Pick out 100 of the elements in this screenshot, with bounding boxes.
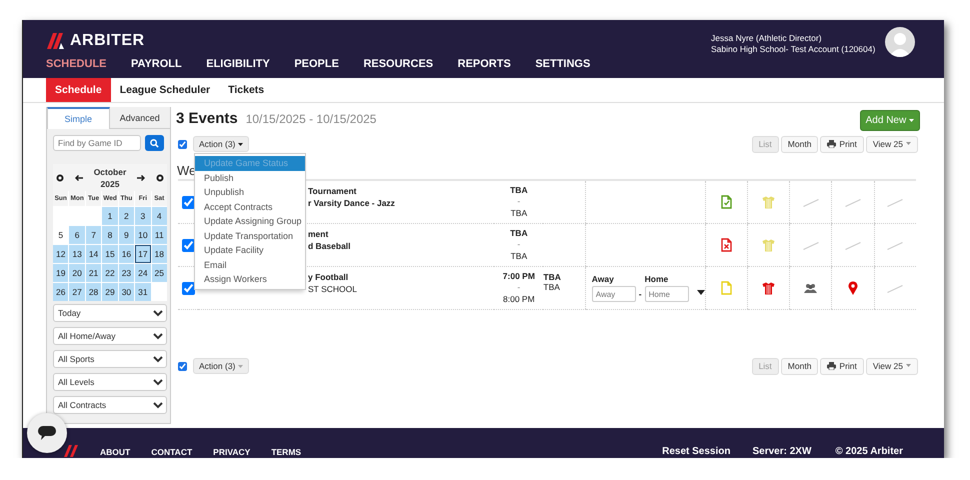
checkbox[interactable] bbox=[182, 238, 195, 252]
calendar-day[interactable]: 15 bbox=[102, 245, 118, 263]
add-new-button[interactable]: Add New bbox=[860, 110, 920, 130]
reset-session-link[interactable]: Reset Session bbox=[662, 446, 730, 457]
jersey-icon[interactable] bbox=[762, 282, 775, 294]
view-button[interactable]: Print bbox=[820, 358, 864, 374]
prev-month-icon[interactable] bbox=[74, 174, 83, 180]
search-button[interactable] bbox=[145, 135, 164, 151]
nav-tab[interactable]: PAYROLL bbox=[131, 58, 182, 70]
calendar-day[interactable]: 23 bbox=[118, 264, 134, 282]
calendar-day[interactable]: 28 bbox=[86, 283, 102, 301]
calendar-day[interactable]: 13 bbox=[69, 245, 85, 263]
view-button[interactable]: View 25 bbox=[866, 358, 918, 374]
view-button[interactable]: Month bbox=[780, 358, 818, 374]
view-button[interactable]: View 25 bbox=[866, 136, 918, 152]
checkbox[interactable] bbox=[178, 140, 187, 148]
nav-tab[interactable]: REPORTS bbox=[458, 58, 511, 70]
calendar-day[interactable]: 20 bbox=[69, 264, 85, 282]
footer-link[interactable]: TERMS bbox=[271, 447, 302, 457]
checkbox[interactable] bbox=[178, 362, 187, 370]
people-icon[interactable] bbox=[804, 283, 818, 294]
dropdown-caret-icon[interactable] bbox=[696, 290, 705, 295]
calendar-day[interactable]: 6 bbox=[69, 226, 85, 244]
menu-item[interactable]: Update Transportation bbox=[195, 228, 305, 243]
checkbox[interactable] bbox=[182, 282, 195, 294]
prev-year-icon[interactable] bbox=[56, 174, 64, 182]
home-score-field[interactable]: Home bbox=[644, 286, 689, 302]
caret-icon bbox=[238, 143, 243, 147]
logo-text: ARBITER bbox=[70, 32, 145, 50]
calendar-day[interactable]: 19 bbox=[53, 264, 68, 282]
calendar-day[interactable]: 22 bbox=[102, 264, 118, 282]
end-time: 8:00 PM bbox=[502, 294, 536, 306]
calendar-day[interactable]: 1 bbox=[102, 207, 118, 225]
away-score-field[interactable]: Away bbox=[592, 286, 636, 302]
chat-icon bbox=[37, 425, 57, 441]
menu-item[interactable]: Update Assigning Group bbox=[195, 214, 305, 228]
filter-dropdown[interactable]: All Home/Away bbox=[53, 327, 167, 345]
calendar-day[interactable]: 29 bbox=[102, 283, 118, 301]
nav-tab[interactable]: ELIGIBILITY bbox=[206, 58, 270, 70]
subnav-tab[interactable]: Schedule bbox=[46, 78, 111, 102]
view-button[interactable]: Month bbox=[780, 136, 818, 152]
calendar-day[interactable]: 16 bbox=[118, 245, 134, 263]
action-button[interactable]: Action (3) bbox=[193, 358, 249, 374]
calendar-day[interactable]: 21 bbox=[86, 264, 102, 282]
printer-icon bbox=[827, 140, 836, 148]
document-x-icon[interactable] bbox=[720, 238, 732, 252]
calendar-day[interactable]: 31 bbox=[135, 283, 151, 301]
footer-link[interactable]: CONTACT bbox=[151, 447, 192, 457]
calendar-day[interactable]: 30 bbox=[118, 283, 134, 301]
filter-dropdown[interactable]: All Contracts bbox=[53, 396, 167, 414]
footer-link[interactable]: PRIVACY bbox=[213, 447, 250, 457]
event-title[interactable]: y Football bbox=[308, 271, 494, 283]
view-button[interactable]: Print bbox=[820, 136, 864, 152]
nav-tab[interactable]: SCHEDULE bbox=[46, 58, 107, 70]
document-check-icon[interactable] bbox=[720, 195, 732, 209]
menu-item[interactable]: Update Facility bbox=[195, 243, 305, 258]
menu-item[interactable]: Assign Workers bbox=[195, 272, 305, 286]
action-button[interactable]: Action (3) bbox=[193, 136, 249, 152]
avatar-icon[interactable] bbox=[885, 27, 915, 57]
calendar-day[interactable]: 25 bbox=[152, 264, 167, 282]
calendar-day[interactable]: 4 bbox=[152, 207, 167, 225]
menu-item[interactable]: Accept Contracts bbox=[195, 200, 305, 214]
sidebar-tab[interactable]: Simple bbox=[47, 107, 110, 129]
calendar-day[interactable]: 18 bbox=[152, 245, 167, 263]
sidebar-tab[interactable]: Advanced bbox=[110, 107, 170, 129]
menu-item[interactable]: Unpublish bbox=[195, 185, 305, 200]
map-pin-icon[interactable] bbox=[848, 281, 858, 295]
search-field[interactable]: Find by Game ID bbox=[53, 135, 141, 151]
calendar-day[interactable]: 24 bbox=[135, 264, 151, 282]
subnav-tab[interactable]: Tickets bbox=[219, 78, 274, 102]
calendar-day[interactable]: 12 bbox=[53, 245, 68, 263]
calendar-day[interactable]: 14 bbox=[86, 245, 102, 263]
calendar-day[interactable]: 10 bbox=[135, 226, 151, 244]
event-subtitle: r Varsity Dance - Jazz bbox=[308, 197, 396, 209]
calendar-day[interactable]: 26 bbox=[53, 283, 68, 301]
filter-dropdown[interactable]: All Levels bbox=[53, 373, 167, 391]
menu-item[interactable]: Email bbox=[195, 258, 305, 272]
nav-tab[interactable]: PEOPLE bbox=[294, 58, 339, 70]
filter-dropdown[interactable]: Today bbox=[53, 304, 167, 322]
event-title[interactable]: ment bbox=[308, 228, 494, 240]
checkbox[interactable] bbox=[182, 196, 195, 208]
nav-tab[interactable]: SETTINGS bbox=[535, 58, 590, 70]
location-text: TBA bbox=[543, 272, 562, 282]
footer-link[interactable]: ABOUT bbox=[100, 447, 130, 457]
next-month-icon[interactable] bbox=[137, 174, 146, 180]
menu-item[interactable]: Publish bbox=[195, 170, 305, 185]
calendar-day[interactable]: 8 bbox=[102, 226, 118, 244]
calendar-day[interactable]: 17 bbox=[135, 245, 151, 263]
nav-tab[interactable]: RESOURCES bbox=[363, 58, 434, 70]
calendar-day[interactable]: 3 bbox=[135, 207, 151, 225]
calendar-day[interactable]: 11 bbox=[152, 226, 167, 244]
next-year-icon[interactable] bbox=[156, 174, 164, 182]
event-title[interactable]: Tournament bbox=[308, 185, 494, 197]
calendar-day[interactable]: 9 bbox=[118, 226, 134, 244]
end-time: TBA bbox=[510, 250, 528, 262]
filter-dropdown[interactable]: All Sports bbox=[53, 350, 167, 368]
calendar-day[interactable]: 27 bbox=[69, 283, 85, 301]
calendar-day[interactable]: 2 bbox=[118, 207, 134, 225]
calendar-day[interactable]: 7 bbox=[86, 226, 102, 244]
subnav-tab[interactable]: League Scheduler bbox=[110, 78, 220, 102]
